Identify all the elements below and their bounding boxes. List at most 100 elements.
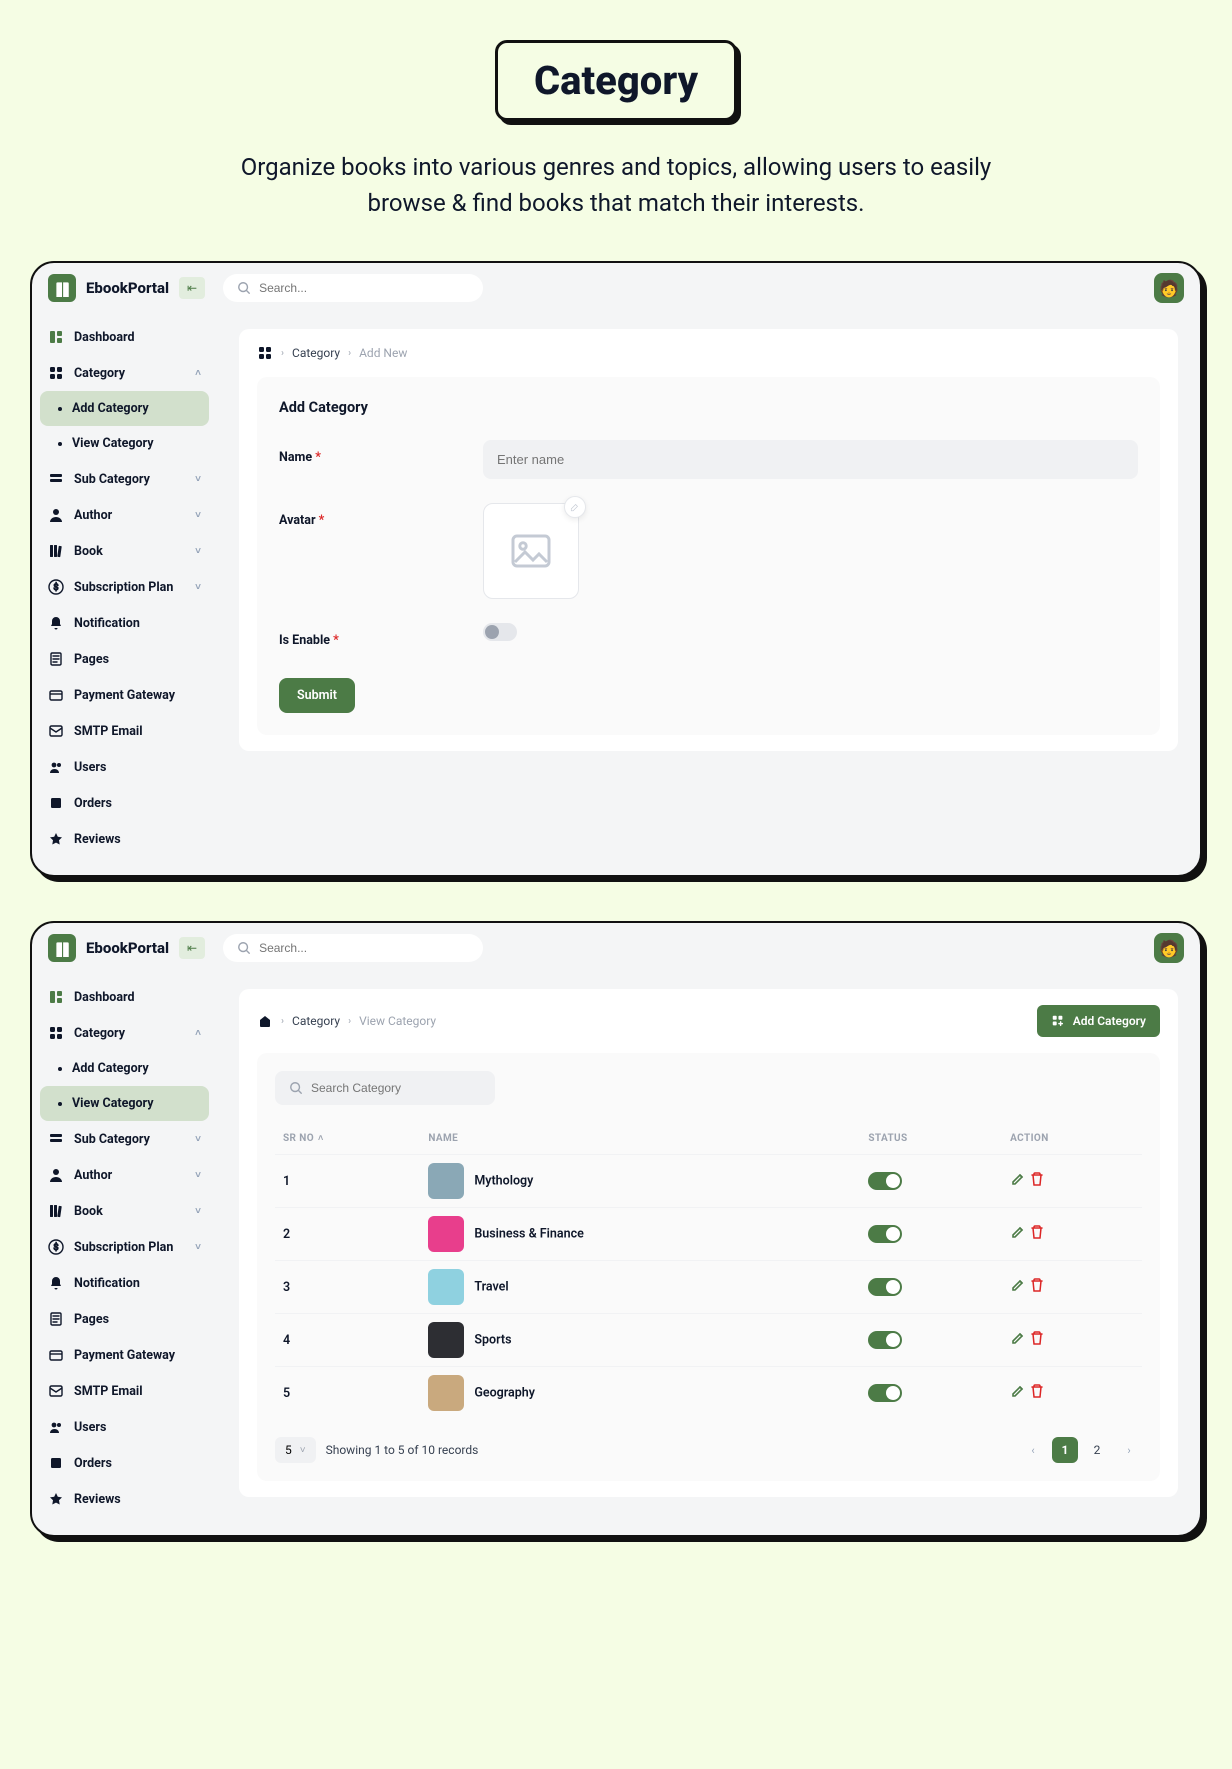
search-input-wrap[interactable] xyxy=(223,274,483,302)
search-input[interactable] xyxy=(259,941,469,955)
sidebar-item-users[interactable]: Users xyxy=(40,749,209,785)
search-input[interactable] xyxy=(259,281,469,295)
chevron-up-icon: ˄ xyxy=(195,1028,201,1039)
sidebar-sub-add-category[interactable]: Add Category xyxy=(40,1051,209,1086)
chevron-right-icon: › xyxy=(281,1016,284,1027)
edit-button[interactable] xyxy=(1010,1277,1026,1293)
sidebar-item-notification[interactable]: Notification xyxy=(40,1265,209,1301)
pencil-icon xyxy=(570,502,580,512)
sidebar-sub-add-category[interactable]: Add Category xyxy=(40,391,209,426)
search-input-wrap[interactable] xyxy=(223,934,483,962)
table-row: 1Mythology xyxy=(275,1155,1142,1208)
sidebar-sub-label: View Category xyxy=(72,436,154,451)
cell-name: Travel xyxy=(420,1261,860,1314)
sidebar-collapse-button[interactable]: ⇤ xyxy=(179,277,205,299)
users-icon xyxy=(48,759,64,775)
sidebar-item-users[interactable]: Users xyxy=(40,1409,209,1445)
breadcrumb-item[interactable]: Category xyxy=(292,1014,340,1028)
sidebar-label: Users xyxy=(74,760,106,775)
sidebar-item-smtp[interactable]: SMTP Email xyxy=(40,713,209,749)
sidebar-collapse-button[interactable]: ⇤ xyxy=(179,937,205,959)
enable-toggle[interactable] xyxy=(483,623,517,641)
sidebar-item-subcategory[interactable]: Sub Category˅ xyxy=(40,1121,209,1157)
cell-srno: 2 xyxy=(275,1208,420,1261)
name-input[interactable] xyxy=(483,440,1138,479)
page-next[interactable]: › xyxy=(1116,1437,1142,1463)
sidebar-item-dashboard[interactable]: Dashboard xyxy=(40,979,209,1015)
sidebar-item-category[interactable]: Category˄ xyxy=(40,355,209,391)
sidebar-item-subscription[interactable]: Subscription Plan˅ xyxy=(40,1229,209,1265)
sidebar-item-book[interactable]: Book˅ xyxy=(40,533,209,569)
search-icon xyxy=(237,281,251,295)
delete-button[interactable] xyxy=(1029,1383,1045,1399)
sidebar-item-pages[interactable]: Pages xyxy=(40,1301,209,1337)
add-category-button[interactable]: Add Category xyxy=(1037,1005,1160,1037)
avatar-upload[interactable] xyxy=(483,503,579,599)
sidebar-item-book[interactable]: Book˅ xyxy=(40,1193,209,1229)
brand-name: EbookPortal xyxy=(86,279,169,297)
sidebar-item-author[interactable]: Author˅ xyxy=(40,1157,209,1193)
page-number[interactable]: 1 xyxy=(1052,1437,1078,1463)
cell-action xyxy=(1002,1155,1142,1208)
col-srno[interactable]: SR NO˄ xyxy=(275,1123,420,1155)
sidebar-sub-view-category[interactable]: View Category xyxy=(40,1086,209,1121)
sidebar-item-orders[interactable]: Orders xyxy=(40,785,209,821)
edit-button[interactable] xyxy=(1010,1330,1026,1346)
sidebar-sub-label: Add Category xyxy=(72,401,149,416)
sidebar-label: Pages xyxy=(74,652,109,667)
status-toggle[interactable] xyxy=(868,1331,902,1349)
col-name[interactable]: NAME xyxy=(420,1123,860,1155)
sidebar-item-subscription[interactable]: Subscription Plan˅ xyxy=(40,569,209,605)
sidebar-item-payment-gateway[interactable]: Payment Gateway xyxy=(40,1337,209,1373)
sidebar-item-category[interactable]: Category˄ xyxy=(40,1015,209,1051)
edit-button[interactable] xyxy=(1010,1383,1026,1399)
status-toggle[interactable] xyxy=(868,1172,902,1190)
delete-button[interactable] xyxy=(1029,1171,1045,1187)
sidebar-sub-view-category[interactable]: View Category xyxy=(40,426,209,461)
sidebar-item-subcategory[interactable]: Sub Category˅ xyxy=(40,461,209,497)
bell-icon xyxy=(48,1275,64,1291)
status-toggle[interactable] xyxy=(868,1384,902,1402)
sidebar-label: Reviews xyxy=(74,832,121,847)
page-number[interactable]: 2 xyxy=(1084,1437,1110,1463)
search-category-wrap[interactable] xyxy=(275,1071,495,1105)
search-category-input[interactable] xyxy=(311,1081,481,1095)
order-icon xyxy=(48,795,64,811)
status-toggle[interactable] xyxy=(868,1225,902,1243)
chevron-right-icon: › xyxy=(348,348,351,359)
col-action: ACTION xyxy=(1002,1123,1142,1155)
home-icon xyxy=(257,1013,273,1029)
pagination: ‹ 12 › xyxy=(1020,1437,1142,1463)
sidebar-item-reviews[interactable]: Reviews xyxy=(40,821,209,857)
status-toggle[interactable] xyxy=(868,1278,902,1296)
sidebar-label-category: Category xyxy=(74,366,125,381)
edit-avatar-button[interactable] xyxy=(564,496,586,518)
subcategory-icon xyxy=(48,1131,64,1147)
page-prev[interactable]: ‹ xyxy=(1020,1437,1046,1463)
delete-button[interactable] xyxy=(1029,1224,1045,1240)
mail-icon xyxy=(48,1383,64,1399)
add-category-screenshot: EbookPortal ⇤ 🧑 Dashboard Category˄ Add … xyxy=(30,261,1202,877)
submit-button[interactable]: Submit xyxy=(279,678,355,713)
sidebar-item-pages[interactable]: Pages xyxy=(40,641,209,677)
sidebar-item-author[interactable]: Author˅ xyxy=(40,497,209,533)
sidebar-item-payment-gateway[interactable]: Payment Gateway xyxy=(40,677,209,713)
sidebar-item-smtp[interactable]: SMTP Email xyxy=(40,1373,209,1409)
delete-button[interactable] xyxy=(1029,1277,1045,1293)
user-avatar[interactable]: 🧑 xyxy=(1154,273,1184,303)
sidebar-item-dashboard[interactable]: Dashboard xyxy=(40,319,209,355)
edit-button[interactable] xyxy=(1010,1171,1026,1187)
dollar-icon xyxy=(48,1239,64,1255)
sidebar-item-notification[interactable]: Notification xyxy=(40,605,209,641)
sidebar-item-orders[interactable]: Orders xyxy=(40,1445,209,1481)
sidebar-label: Orders xyxy=(74,796,112,811)
sidebar-label: Reviews xyxy=(74,1492,121,1507)
user-avatar[interactable]: 🧑 xyxy=(1154,933,1184,963)
edit-button[interactable] xyxy=(1010,1224,1026,1240)
star-icon xyxy=(48,1491,64,1507)
page-size-select[interactable]: 5˅ xyxy=(275,1437,316,1463)
sidebar-item-reviews[interactable]: Reviews xyxy=(40,1481,209,1517)
col-status[interactable]: STATUS xyxy=(860,1123,1002,1155)
delete-button[interactable] xyxy=(1029,1330,1045,1346)
breadcrumb-item[interactable]: Category xyxy=(292,346,340,360)
